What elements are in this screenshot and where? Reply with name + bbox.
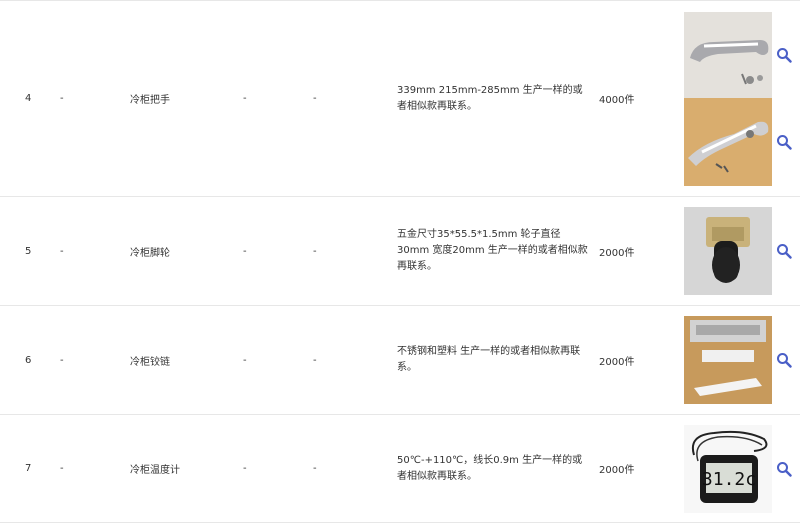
cell-empty: - xyxy=(243,414,313,523)
zoom-icon[interactable] xyxy=(776,134,792,150)
product-spec: 不锈钢和塑料 生产一样的或者相似款再联系。 xyxy=(397,305,599,415)
inquiry-items-table: 4 - 冷柜把手 - - 339mm 215mm-285mm 生产一样的或者相似… xyxy=(0,0,800,523)
cell-empty: - xyxy=(313,305,397,415)
product-name: 冷柜温度计 xyxy=(130,414,243,523)
product-images: 31.2c xyxy=(684,414,800,523)
handle-chrome-photo[interactable] xyxy=(684,11,772,98)
cell-empty: - xyxy=(313,414,397,523)
caster-wheel-photo[interactable] xyxy=(684,207,772,295)
quantity: 2000件 xyxy=(599,305,684,415)
product-name: 冷柜把手 xyxy=(130,0,243,197)
row-number: 6 xyxy=(0,305,60,415)
table-row: 6 - 冷柜铰链 - - 不锈钢和塑料 生产一样的或者相似款再联系。 2000件 xyxy=(0,305,800,415)
zoom-icon[interactable] xyxy=(776,47,792,63)
product-images xyxy=(684,196,800,306)
product-name: 冷柜脚轮 xyxy=(130,196,243,306)
zoom-icon[interactable] xyxy=(776,243,792,259)
row-number: 7 xyxy=(0,414,60,523)
zoom-icon[interactable] xyxy=(776,352,792,368)
handle-chrome-photo-2[interactable] xyxy=(684,97,772,186)
cell-empty: - xyxy=(313,196,397,306)
product-spec: 339mm 215mm-285mm 生产一样的或者相似款再联系。 xyxy=(397,0,599,197)
hinge-parts-photo[interactable] xyxy=(684,316,772,404)
row-number: 4 xyxy=(0,0,60,197)
digital-thermometer-photo[interactable]: 31.2c xyxy=(684,424,772,513)
cell-empty: - xyxy=(60,305,130,415)
product-spec: 五金尺寸35*55.5*1.5mm 轮子直径30mm 宽度20mm 生产一样的或… xyxy=(397,196,599,306)
cell-empty: - xyxy=(60,414,130,523)
product-images xyxy=(684,0,800,197)
table-row: 4 - 冷柜把手 - - 339mm 215mm-285mm 生产一样的或者相似… xyxy=(0,0,800,197)
cell-empty: - xyxy=(60,0,130,197)
cell-empty: - xyxy=(243,196,313,306)
product-name: 冷柜铰链 xyxy=(130,305,243,415)
thermometer-reading: 31.2c xyxy=(702,469,756,490)
row-number: 5 xyxy=(0,196,60,306)
zoom-icon[interactable] xyxy=(776,461,792,477)
table-row: 5 - 冷柜脚轮 - - 五金尺寸35*55.5*1.5mm 轮子直径30mm … xyxy=(0,196,800,306)
quantity: 2000件 xyxy=(599,196,684,306)
cell-empty: - xyxy=(243,305,313,415)
quantity: 2000件 xyxy=(599,414,684,523)
product-spec: 50℃-+110℃，线长0.9m 生产一样的或者相似款再联系。 xyxy=(397,414,599,523)
cell-empty: - xyxy=(60,196,130,306)
quantity: 4000件 xyxy=(599,0,684,197)
cell-empty: - xyxy=(313,0,397,197)
product-images xyxy=(684,305,800,415)
cell-empty: - xyxy=(243,0,313,197)
table-row: 7 - 冷柜温度计 - - 50℃-+110℃，线长0.9m 生产一样的或者相似… xyxy=(0,414,800,523)
